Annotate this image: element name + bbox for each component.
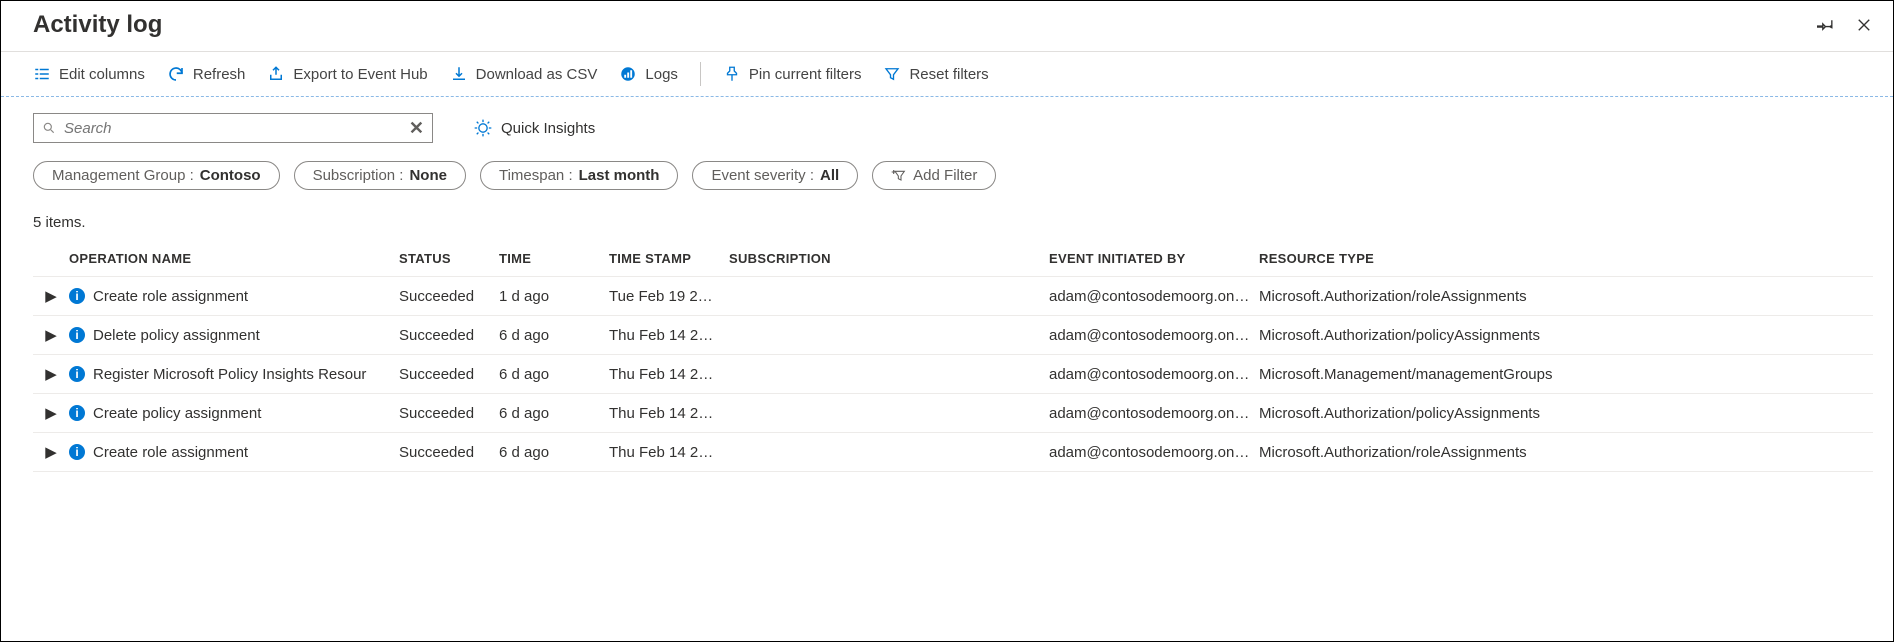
cell-status: Succeeded [399, 405, 499, 422]
logs-label: Logs [645, 66, 678, 83]
add-filter-button[interactable]: Add Filter [872, 161, 996, 190]
quick-insights-label: Quick Insights [501, 120, 595, 137]
export-label: Export to Event Hub [293, 66, 427, 83]
col-status[interactable]: STATUS [399, 251, 499, 266]
filter-sub-label: Subscription : [313, 167, 404, 184]
cell-operation: Register Microsoft Policy Insights Resou… [93, 366, 366, 383]
expand-icon[interactable]: ▶ [45, 443, 57, 461]
cell-initiated-by: adam@contosodemoorg.on… [1049, 444, 1259, 461]
edit-columns-button[interactable]: Edit columns [33, 65, 145, 83]
search-icon [42, 121, 56, 135]
cell-resource-type: Microsoft.Authorization/roleAssignments [1259, 288, 1709, 305]
cell-resource-type: Microsoft.Authorization/policyAssignment… [1259, 405, 1709, 422]
info-icon: i [69, 288, 85, 304]
filter-sub-value: None [409, 167, 447, 184]
cell-initiated-by: adam@contosodemoorg.on… [1049, 405, 1259, 422]
blade-header: Activity log [1, 1, 1893, 51]
info-icon: i [69, 405, 85, 421]
cell-time: 6 d ago [499, 327, 609, 344]
export-button[interactable]: Export to Event Hub [267, 65, 427, 83]
table-row[interactable]: ▶ i Register Microsoft Policy Insights Res… [33, 355, 1873, 394]
expand-icon[interactable]: ▶ [45, 287, 57, 305]
table-row[interactable]: ▶ i Create role assignment Succeeded1 d ago… [33, 277, 1873, 316]
table-row[interactable]: ▶ i Create policy assignment Succeeded6 d a… [33, 394, 1873, 433]
reset-filters-label: Reset filters [909, 66, 988, 83]
cell-timestamp: Thu Feb 14 2… [609, 327, 729, 344]
filter-severity[interactable]: Event severity : All [692, 161, 858, 190]
filter-management-group[interactable]: Management Group : Contoso [33, 161, 280, 190]
expand-icon[interactable]: ▶ [45, 365, 57, 383]
cell-status: Succeeded [399, 288, 499, 305]
cell-status: Succeeded [399, 327, 499, 344]
filter-ts-label: Timespan : [499, 167, 573, 184]
cell-initiated-by: adam@contosodemoorg.on… [1049, 288, 1259, 305]
col-resource-type[interactable]: RESOURCE TYPE [1259, 251, 1709, 266]
info-icon: i [69, 444, 85, 460]
cell-timestamp: Thu Feb 14 2… [609, 366, 729, 383]
activity-grid: OPERATION NAME STATUS TIME TIME STAMP SU… [1, 237, 1893, 472]
cell-status: Succeeded [399, 366, 499, 383]
cell-operation: Delete policy assignment [93, 327, 260, 344]
cell-timestamp: Tue Feb 19 2… [609, 288, 729, 305]
add-filter-label: Add Filter [913, 167, 977, 184]
filter-mg-label: Management Group : [52, 167, 194, 184]
edit-columns-label: Edit columns [59, 66, 145, 83]
col-operation[interactable]: OPERATION NAME [69, 251, 399, 266]
filter-timespan[interactable]: Timespan : Last month [480, 161, 678, 190]
grid-header: OPERATION NAME STATUS TIME TIME STAMP SU… [33, 237, 1873, 277]
cell-resource-type: Microsoft.Authorization/policyAssignment… [1259, 327, 1709, 344]
refresh-button[interactable]: Refresh [167, 65, 246, 83]
cell-time: 6 d ago [499, 444, 609, 461]
table-row[interactable]: ▶ i Create role assignment Succeeded6 d ago… [33, 433, 1873, 472]
cell-resource-type: Microsoft.Management/managementGroups [1259, 366, 1709, 383]
cell-operation: Create role assignment [93, 444, 248, 461]
cell-initiated-by: adam@contosodemoorg.on… [1049, 366, 1259, 383]
refresh-label: Refresh [193, 66, 246, 83]
cell-status: Succeeded [399, 444, 499, 461]
quick-insights-button[interactable]: Quick Insights [473, 118, 595, 138]
info-icon: i [69, 366, 85, 382]
download-csv-button[interactable]: Download as CSV [450, 65, 598, 83]
clear-search-icon[interactable]: ✕ [409, 118, 424, 139]
cell-initiated-by: adam@contosodemoorg.on… [1049, 327, 1259, 344]
col-timestamp[interactable]: TIME STAMP [609, 251, 729, 266]
table-row[interactable]: ▶ i Delete policy assignment Succeeded6 d a… [33, 316, 1873, 355]
cell-operation: Create policy assignment [93, 405, 261, 422]
add-filter-icon [891, 168, 907, 184]
items-count: 5 items. [1, 196, 1893, 237]
page-title: Activity log [33, 11, 1817, 39]
col-subscription[interactable]: SUBSCRIPTION [729, 251, 1049, 266]
expand-icon[interactable]: ▶ [45, 326, 57, 344]
info-icon: i [69, 327, 85, 343]
filter-ts-value: Last month [579, 167, 660, 184]
cell-time: 6 d ago [499, 405, 609, 422]
close-icon[interactable] [1855, 16, 1873, 34]
cell-resource-type: Microsoft.Authorization/roleAssignments [1259, 444, 1709, 461]
search-input[interactable] [56, 120, 409, 137]
cell-timestamp: Thu Feb 14 2… [609, 444, 729, 461]
pin-icon[interactable] [1817, 16, 1835, 34]
cell-operation: Create role assignment [93, 288, 248, 305]
expand-icon[interactable]: ▶ [45, 404, 57, 422]
pin-filters-button[interactable]: Pin current filters [723, 65, 862, 83]
reset-filters-button[interactable]: Reset filters [883, 65, 988, 83]
download-label: Download as CSV [476, 66, 598, 83]
cell-timestamp: Thu Feb 14 2… [609, 405, 729, 422]
pin-filters-label: Pin current filters [749, 66, 862, 83]
command-bar: Edit columns Refresh Export to Event Hub… [1, 51, 1893, 97]
col-initiated-by[interactable]: EVENT INITIATED BY [1049, 251, 1259, 266]
cell-time: 6 d ago [499, 366, 609, 383]
cell-time: 1 d ago [499, 288, 609, 305]
filter-sev-value: All [820, 167, 839, 184]
filter-sev-label: Event severity : [711, 167, 814, 184]
filter-subscription[interactable]: Subscription : None [294, 161, 466, 190]
search-input-wrapper[interactable]: ✕ [33, 113, 433, 143]
filter-mg-value: Contoso [200, 167, 261, 184]
toolbar-separator [700, 62, 701, 86]
col-time[interactable]: TIME [499, 251, 609, 266]
logs-button[interactable]: Logs [619, 65, 678, 83]
